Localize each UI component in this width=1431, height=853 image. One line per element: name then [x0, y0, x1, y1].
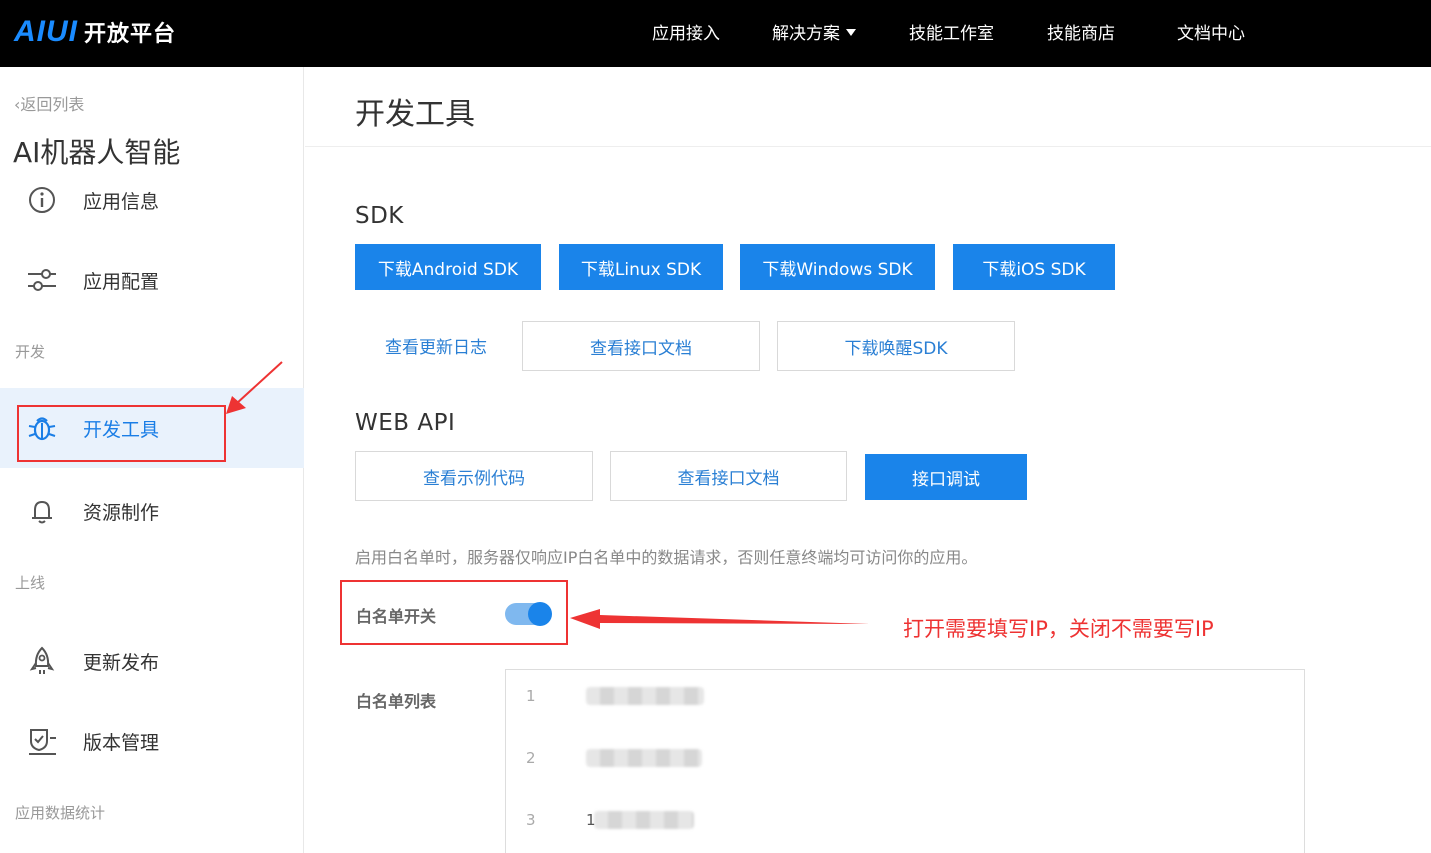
- download-windows-sdk-button[interactable]: 下载Windows SDK: [740, 244, 935, 290]
- whitelist-hint: 启用白名单时，服务器仅响应IP白名单中的数据请求，否则任意终端均可访问你的应用。: [355, 548, 978, 567]
- annotation-note: 打开需要填写IP，关闭不需要写IP: [903, 617, 1214, 641]
- list-item: 1: [526, 684, 704, 708]
- nav-solutions-label: 解决方案: [772, 24, 840, 44]
- sliders-icon: [26, 264, 58, 296]
- page-title: 开发工具: [355, 97, 475, 132]
- rocket-icon: [26, 645, 58, 677]
- caret-down-icon: [846, 28, 856, 36]
- whitelist-toggle[interactable]: [505, 602, 552, 626]
- logo-text: 开放平台: [84, 22, 177, 47]
- sidebar-item-app-config[interactable]: 应用配置: [0, 252, 304, 308]
- bug-icon: [26, 412, 58, 444]
- download-ios-sdk-button[interactable]: 下载iOS SDK: [953, 244, 1115, 290]
- sidebar-item-label: 应用信息: [83, 190, 160, 213]
- sidebar-item-label: 应用配置: [83, 270, 160, 293]
- ip-text: 1: [586, 811, 596, 829]
- view-changelog-link[interactable]: 查看更新日志: [370, 322, 502, 368]
- nav-docs[interactable]: 文档中心: [1177, 19, 1245, 44]
- nav-app-access[interactable]: 应用接入: [652, 19, 720, 44]
- toggle-knob: [528, 602, 552, 626]
- download-wakeup-sdk-button[interactable]: 下载唤醒SDK: [777, 321, 1015, 371]
- sidebar-item-version[interactable]: 版本管理: [0, 713, 304, 769]
- logo[interactable]: AIUI 开放平台: [14, 14, 176, 50]
- whitelist-textarea[interactable]: 1 2 3 1: [505, 669, 1305, 853]
- list-item: 3 1: [526, 808, 694, 832]
- top-nav-bar: AIUI 开放平台 应用接入 解决方案 技能工作室 技能商店 文档中心: [0, 0, 1431, 67]
- shield-check-icon: [26, 725, 58, 757]
- sidebar: ‹返回列表 AI机器人智能 应用信息 应用配置 开发 开发工具 资源制作 上线 …: [0, 67, 304, 853]
- back-label: 返回列表: [20, 95, 85, 114]
- nav-solutions[interactable]: 解决方案: [772, 19, 856, 44]
- line-number: 2: [526, 749, 536, 767]
- bell-icon: [26, 495, 58, 527]
- blurred-ip: [594, 811, 694, 829]
- sidebar-group-dev: 开发: [15, 343, 46, 361]
- list-item: 2: [526, 746, 702, 770]
- sidebar-item-label: 版本管理: [83, 731, 160, 754]
- download-android-sdk-button[interactable]: 下载Android SDK: [355, 244, 541, 290]
- sidebar-item-dev-tools[interactable]: 开发工具: [0, 388, 304, 468]
- logo-mark: AIUI: [14, 15, 78, 48]
- api-debug-button[interactable]: 接口调试: [865, 454, 1027, 500]
- download-linux-sdk-button[interactable]: 下载Linux SDK: [559, 244, 723, 290]
- info-icon: [26, 184, 58, 216]
- nav-skill-studio[interactable]: 技能工作室: [909, 19, 994, 44]
- nav-skill-store[interactable]: 技能商店: [1047, 19, 1115, 44]
- blurred-ip: [586, 687, 704, 705]
- back-to-list-link[interactable]: ‹返回列表: [14, 91, 84, 115]
- sidebar-item-app-info[interactable]: 应用信息: [0, 172, 304, 228]
- sidebar-group-stats: 应用数据统计: [15, 804, 106, 822]
- line-number: 1: [526, 687, 536, 705]
- webapi-section-title: WEB API: [355, 410, 456, 436]
- whitelist-switch-label: 白名单开关: [356, 607, 437, 626]
- whitelist-list-label: 白名单列表: [356, 692, 437, 711]
- sidebar-item-publish[interactable]: 更新发布: [0, 633, 304, 689]
- sidebar-item-label: 资源制作: [83, 501, 160, 524]
- view-webapi-docs-button[interactable]: 查看接口文档: [610, 451, 847, 501]
- blurred-ip: [586, 749, 702, 767]
- view-sample-code-button[interactable]: 查看示例代码: [355, 451, 593, 501]
- sidebar-item-label: 开发工具: [83, 418, 160, 441]
- sidebar-item-resources[interactable]: 资源制作: [0, 483, 304, 539]
- sdk-section-title: SDK: [355, 203, 404, 229]
- line-number: 3: [526, 811, 536, 829]
- app-title: AI机器人智能: [13, 136, 181, 169]
- sidebar-item-label: 更新发布: [83, 651, 160, 674]
- view-api-docs-button[interactable]: 查看接口文档: [522, 321, 760, 371]
- arrow-to-whitelist-switch: [570, 609, 870, 629]
- main-header: 开发工具: [305, 67, 1431, 147]
- sidebar-group-release: 上线: [15, 574, 46, 592]
